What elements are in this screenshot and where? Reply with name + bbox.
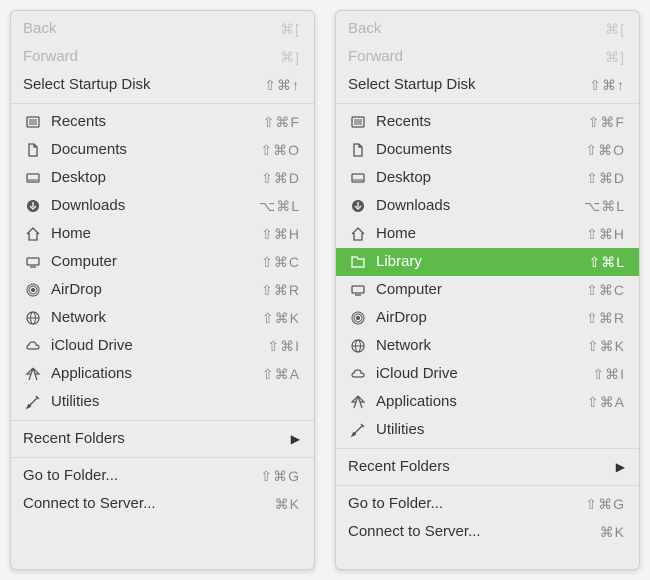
go-to-folder-item[interactable]: Go to Folder... ⇧⌘G [11,462,314,490]
select-startup-disk-item[interactable]: Select Startup Disk ⇧⌘↑ [336,71,639,99]
network-item[interactable]: Network ⇧⌘K [11,304,314,332]
icloud-icon [348,366,368,382]
icloud-icon [23,338,43,354]
computer-icon [348,282,368,298]
icloud-item[interactable]: iCloud Drive ⇧⌘I [336,360,639,388]
separator [11,420,314,421]
recents-icon [23,114,43,130]
computer-item[interactable]: Computer ⇧⌘C [336,276,639,304]
home-item[interactable]: Home ⇧⌘H [336,220,639,248]
documents-item[interactable]: Documents ⇧⌘O [336,136,639,164]
desktop-icon [23,170,43,186]
applications-item[interactable]: Applications ⇧⌘A [336,388,639,416]
forward-item: Forward ⌘] [11,43,314,71]
recents-item[interactable]: Recents ⇧⌘F [11,108,314,136]
separator [336,448,639,449]
desktop-item[interactable]: Desktop ⇧⌘D [11,164,314,192]
documents-item[interactable]: Documents ⇧⌘O [11,136,314,164]
applications-icon [23,366,43,382]
go-menu-right: Back ⌘[ Forward ⌘] Select Startup Disk ⇧… [335,10,640,570]
library-icon [348,254,368,270]
utilities-item[interactable]: Utilities [336,416,639,444]
downloads-item[interactable]: Downloads ⌥⌘L [336,192,639,220]
connect-to-server-item[interactable]: Connect to Server... ⌘K [11,490,314,518]
downloads-icon [23,198,43,214]
airdrop-icon [348,310,368,326]
network-icon [23,310,43,326]
recent-folders-item[interactable]: Recent Folders ▶ [11,425,314,453]
downloads-item[interactable]: Downloads ⌥⌘L [11,192,314,220]
airdrop-icon [23,282,43,298]
documents-icon [23,142,43,158]
go-menu-left: Back ⌘[ Forward ⌘] Select Startup Disk ⇧… [10,10,315,570]
back-item: Back ⌘[ [336,15,639,43]
utilities-icon [23,394,43,410]
documents-icon [348,142,368,158]
separator [336,485,639,486]
forward-item: Forward ⌘] [336,43,639,71]
airdrop-item[interactable]: AirDrop ⇧⌘R [11,276,314,304]
applications-icon [348,394,368,410]
home-icon [348,226,368,242]
separator [336,103,639,104]
library-item[interactable]: Library ⇧⌘L [336,248,639,276]
network-item[interactable]: Network ⇧⌘K [336,332,639,360]
recents-icon [348,114,368,130]
separator [11,103,314,104]
select-startup-disk-item[interactable]: Select Startup Disk ⇧⌘↑ [11,71,314,99]
applications-item[interactable]: Applications ⇧⌘A [11,360,314,388]
network-icon [348,338,368,354]
connect-to-server-item[interactable]: Connect to Server... ⌘K [336,518,639,546]
computer-icon [23,254,43,270]
computer-item[interactable]: Computer ⇧⌘C [11,248,314,276]
desktop-icon [348,170,368,186]
airdrop-item[interactable]: AirDrop ⇧⌘R [336,304,639,332]
submenu-arrow-icon: ▶ [616,456,625,478]
desktop-item[interactable]: Desktop ⇧⌘D [336,164,639,192]
back-item: Back ⌘[ [11,15,314,43]
utilities-item[interactable]: Utilities [11,388,314,416]
icloud-item[interactable]: iCloud Drive ⇧⌘I [11,332,314,360]
downloads-icon [348,198,368,214]
home-item[interactable]: Home ⇧⌘H [11,220,314,248]
home-icon [23,226,43,242]
utilities-icon [348,422,368,438]
recent-folders-item[interactable]: Recent Folders ▶ [336,453,639,481]
separator [11,457,314,458]
go-to-folder-item[interactable]: Go to Folder... ⇧⌘G [336,490,639,518]
recents-item[interactable]: Recents ⇧⌘F [336,108,639,136]
submenu-arrow-icon: ▶ [291,428,300,450]
